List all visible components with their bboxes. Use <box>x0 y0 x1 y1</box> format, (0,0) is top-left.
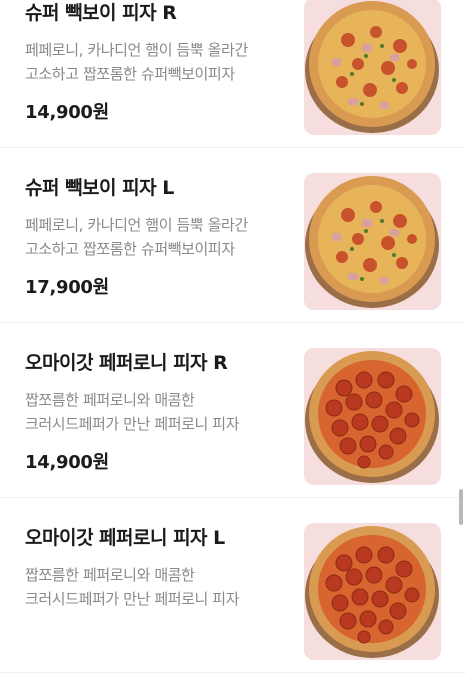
menu-item-name: 슈퍼 빽보이 피자 L <box>25 177 174 199</box>
pizza-image[interactable] <box>304 523 441 660</box>
menu-item-price: 14,900원 <box>25 452 109 473</box>
menu-item-price: 17,900원 <box>25 277 109 298</box>
menu-item-description: 짭쪼름한 페퍼로니와 매콤한 크러시드페퍼가 만난 페퍼로니 피자 <box>25 391 240 433</box>
pizza-image[interactable] <box>304 173 441 310</box>
menu-item-name: 오마이갓 페퍼로니 피자 R <box>25 352 228 374</box>
menu-item-price: 14,900원 <box>25 102 109 123</box>
menu-item-name: 슈퍼 빽보이 피자 R <box>25 2 177 24</box>
menu-item-info: 슈퍼 빽보이 피자 L 페페로니, 카나디언 햄이 듬뿍 올라간 고소하고 짭쪼… <box>25 175 290 299</box>
menu-item-description: 페페로니, 카나디언 햄이 듬뿍 올라간 고소하고 짭쪼롬한 슈퍼빽보이피자 <box>25 41 248 83</box>
super-backboy-pizza-image <box>305 176 439 308</box>
menu-item-info: 오마이갓 페퍼로니 피자 L 짭쪼름한 페퍼로니와 매콤한 크러시드페퍼가 만난… <box>25 525 290 623</box>
pepperoni-pizza-image <box>305 526 439 658</box>
pepperoni-pizza-image <box>305 351 439 483</box>
scrollbar[interactable] <box>459 489 463 525</box>
menu-item-info: 오마이갓 페퍼로니 피자 R 짭쪼름한 페퍼로니와 매콤한 크러시드페퍼가 만난… <box>25 350 290 474</box>
menu-item[interactable]: 슈퍼 빽보이 피자 R 페페로니, 카나디언 햄이 듬뿍 올라간 고소하고 짭쪼… <box>0 0 466 148</box>
menu-item[interactable]: 오마이갓 페퍼로니 피자 R 짭쪼름한 페퍼로니와 매콤한 크러시드페퍼가 만난… <box>0 323 466 498</box>
menu-item-description: 페페로니, 카나디언 햄이 듬뿍 올라간 고소하고 짭쪼롬한 슈퍼빽보이피자 <box>25 216 248 258</box>
menu-item-name: 오마이갓 페퍼로니 피자 L <box>25 527 225 549</box>
super-backboy-pizza-image <box>305 1 439 133</box>
menu-item[interactable]: 슈퍼 빽보이 피자 L 페페로니, 카나디언 햄이 듬뿍 올라간 고소하고 짭쪼… <box>0 148 466 323</box>
menu-item[interactable]: 오마이갓 페퍼로니 피자 L 짭쪼름한 페퍼로니와 매콤한 크러시드페퍼가 만난… <box>0 498 466 673</box>
pizza-image[interactable] <box>304 0 441 135</box>
pizza-image[interactable] <box>304 348 441 485</box>
menu-item-info: 슈퍼 빽보이 피자 R 페페로니, 카나디언 햄이 듬뿍 올라간 고소하고 짭쪼… <box>25 0 290 124</box>
menu-item-description: 짭쪼름한 페퍼로니와 매콤한 크러시드페퍼가 만난 페퍼로니 피자 <box>25 566 240 608</box>
menu-list: 슈퍼 빽보이 피자 R 페페로니, 카나디언 햄이 듬뿍 올라간 고소하고 짭쪼… <box>0 0 466 673</box>
